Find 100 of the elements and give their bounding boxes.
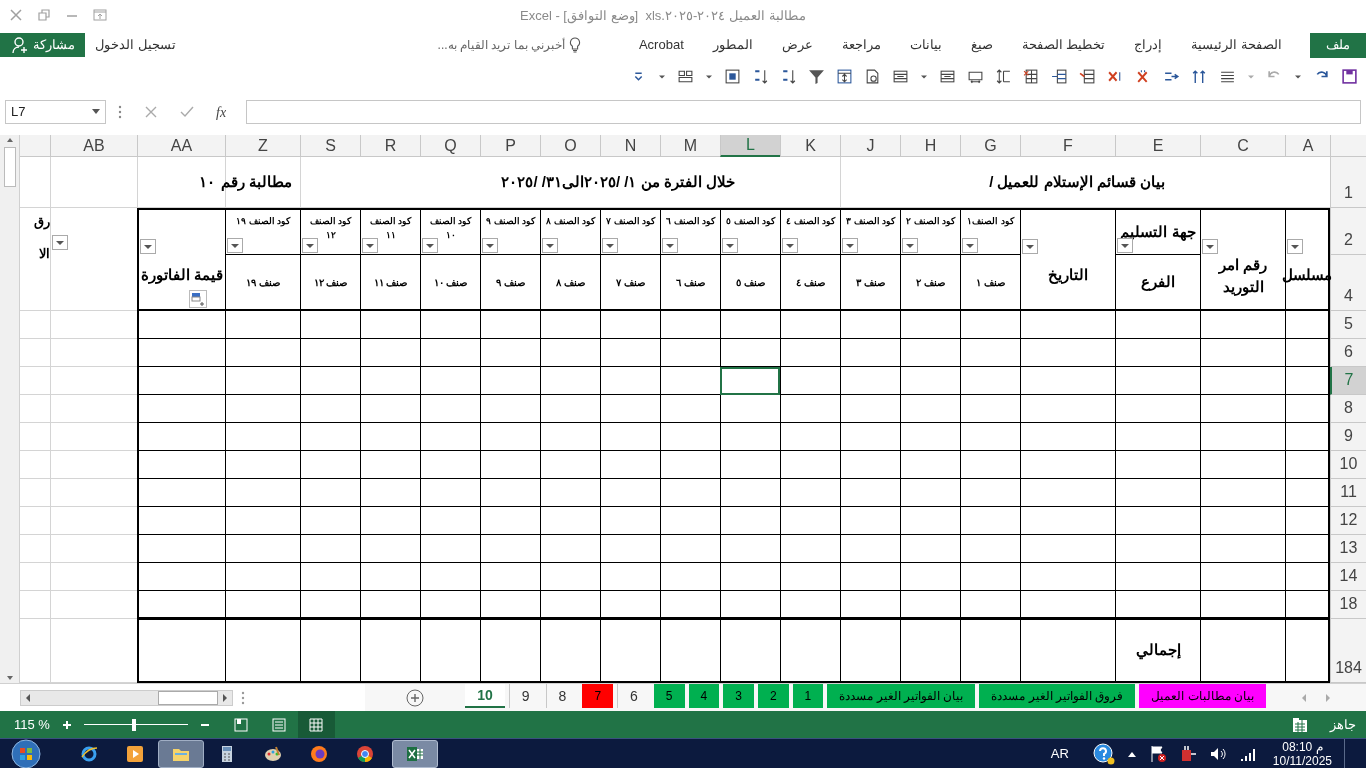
insert-function-button[interactable]: fx — [216, 101, 227, 123]
selected-cell[interactable] — [720, 367, 780, 395]
filter-dropdown-button[interactable] — [422, 238, 438, 253]
help-icon[interactable] — [1092, 742, 1115, 765]
row-header[interactable]: 10 — [1330, 451, 1366, 479]
table-icon[interactable] — [1079, 67, 1096, 85]
sheet-tab[interactable]: 5 — [653, 684, 685, 708]
row-header[interactable]: 6 — [1330, 339, 1366, 367]
sheet-tab[interactable]: 2 — [757, 684, 789, 708]
column-header[interactable]: AB — [50, 135, 137, 157]
filter-dropdown-button[interactable] — [227, 238, 243, 253]
column-header[interactable]: O — [540, 135, 600, 157]
formula-input[interactable] — [246, 100, 1361, 124]
row-header[interactable]: 14 — [1330, 563, 1366, 591]
filter-dropdown-button[interactable] — [962, 238, 978, 253]
freeze-icon[interactable] — [836, 67, 853, 85]
column-header[interactable]: C — [1200, 135, 1285, 157]
language-indicator[interactable]: AR — [1050, 743, 1069, 764]
sheet-tab[interactable]: بيان مطالبات العميل — [1139, 684, 1266, 708]
column-header[interactable]: N — [600, 135, 660, 157]
column-header[interactable]: Q — [420, 135, 480, 157]
more-options-icon[interactable] — [241, 690, 245, 705]
close-icon[interactable] — [8, 7, 24, 23]
column-header[interactable]: P — [480, 135, 540, 157]
sheet-tab[interactable]: 4 — [688, 684, 720, 708]
ribbon-tab[interactable]: ملف — [1310, 32, 1366, 58]
column-header[interactable]: G — [960, 135, 1020, 157]
filter-dropdown-button[interactable] — [602, 238, 618, 253]
sort-icon[interactable] — [780, 67, 797, 85]
zoom-level[interactable]: 115 % — [14, 714, 50, 735]
ribbon-tab[interactable]: إدراج — [1133, 35, 1164, 55]
scroll-thumb[interactable] — [3, 147, 16, 187]
sheet-tab[interactable]: 10 — [465, 684, 505, 708]
share-button[interactable]: مشاركة — [0, 33, 85, 57]
quick-analysis-icon[interactable] — [189, 290, 207, 308]
column-header[interactable]: J — [840, 135, 900, 157]
zoom-in-icon[interactable] — [61, 719, 72, 730]
row-header[interactable]: 12 — [1330, 507, 1366, 535]
filter-dropdown-button[interactable] — [542, 238, 558, 253]
ribbon-tab[interactable]: الصفحة الرئيسية — [1190, 35, 1283, 55]
row-header[interactable]: 2 — [1330, 208, 1366, 255]
tell-me-field[interactable]: أخبرني بما تريد القيام به... — [437, 36, 565, 54]
column-header[interactable]: F — [1020, 135, 1115, 157]
folder-icon[interactable] — [158, 739, 204, 768]
more-options-icon[interactable] — [118, 105, 122, 119]
table-icon[interactable] — [1051, 67, 1068, 85]
arrows-icon[interactable] — [1191, 67, 1208, 85]
clock-date[interactable]: 10/11/2025 — [1272, 753, 1332, 768]
ribbon-tab[interactable]: صيغ — [969, 35, 994, 55]
filter-dropdown-button[interactable] — [662, 238, 678, 253]
row-header[interactable]: 184 — [1330, 619, 1366, 683]
column-header[interactable]: R — [360, 135, 420, 157]
row-header[interactable]: 7 — [1330, 367, 1366, 395]
column-header[interactable]: H — [900, 135, 960, 157]
filter-dropdown-button[interactable] — [1202, 239, 1218, 254]
sheet-tab[interactable]: 1 — [792, 684, 824, 708]
row-header[interactable]: 1 — [1330, 157, 1366, 208]
row-header[interactable]: 5 — [1330, 311, 1366, 339]
macro-record-icon[interactable] — [1292, 716, 1308, 733]
filter-dropdown-button[interactable] — [782, 238, 798, 253]
table-icon[interactable] — [1023, 67, 1040, 85]
horizontal-scrollbar[interactable] — [20, 689, 233, 706]
filter-dropdown-button[interactable] — [482, 238, 498, 253]
row-header[interactable]: 4 — [1330, 255, 1366, 311]
filter-dropdown-button[interactable] — [722, 238, 738, 253]
ribbon-tab[interactable]: عرض — [780, 35, 814, 55]
sign-in-link[interactable]: تسجيل الدخول — [95, 35, 176, 55]
column-header[interactable]: L — [720, 135, 780, 157]
table-icon[interactable] — [724, 67, 741, 85]
filter-dropdown-button[interactable] — [1117, 238, 1133, 253]
ribbon-tab[interactable]: تخطيط الصفحة — [1020, 35, 1107, 55]
scroll-thumb[interactable] — [158, 690, 218, 705]
filter-dropdown-button[interactable] — [362, 238, 378, 253]
row-header[interactable]: 11 — [1330, 479, 1366, 507]
zoom-slider-thumb[interactable] — [131, 718, 136, 731]
filter-dropdown-button[interactable] — [1287, 239, 1303, 254]
vertical-scrollbar[interactable] — [0, 135, 20, 683]
row-header[interactable]: 8 — [1330, 395, 1366, 423]
ribbon-tab[interactable]: مراجعة — [840, 35, 882, 55]
sheet-tab[interactable]: فروق الفواتير الغير مسددة — [979, 684, 1136, 708]
column-header[interactable]: AA — [137, 135, 225, 157]
spreadsheet-icon[interactable] — [392, 739, 438, 768]
page-layout-icon[interactable] — [271, 717, 286, 732]
filter-dropdown-button[interactable] — [842, 238, 858, 253]
ribbon-tab[interactable]: المطور — [711, 35, 754, 55]
filter-icon[interactable] — [808, 67, 825, 85]
clock-time[interactable]: 08:10 م — [1282, 739, 1323, 754]
column-header[interactable]: K — [780, 135, 840, 157]
row-header[interactable]: 13 — [1330, 535, 1366, 563]
filter-dropdown-button[interactable] — [902, 238, 918, 253]
ribbon-tab[interactable]: بيانات — [908, 35, 943, 55]
row-header[interactable]: 9 — [1330, 423, 1366, 451]
add-sheet-icon[interactable] — [406, 688, 425, 707]
normal-view-button[interactable] — [297, 711, 335, 738]
row-height-icon[interactable] — [995, 67, 1012, 85]
sort-icon[interactable] — [752, 67, 769, 85]
column-header[interactable]: Z — [225, 135, 300, 157]
name-box[interactable]: L7 — [5, 100, 106, 124]
column-header[interactable]: M — [660, 135, 720, 157]
filter-dropdown-button[interactable] — [140, 239, 156, 254]
